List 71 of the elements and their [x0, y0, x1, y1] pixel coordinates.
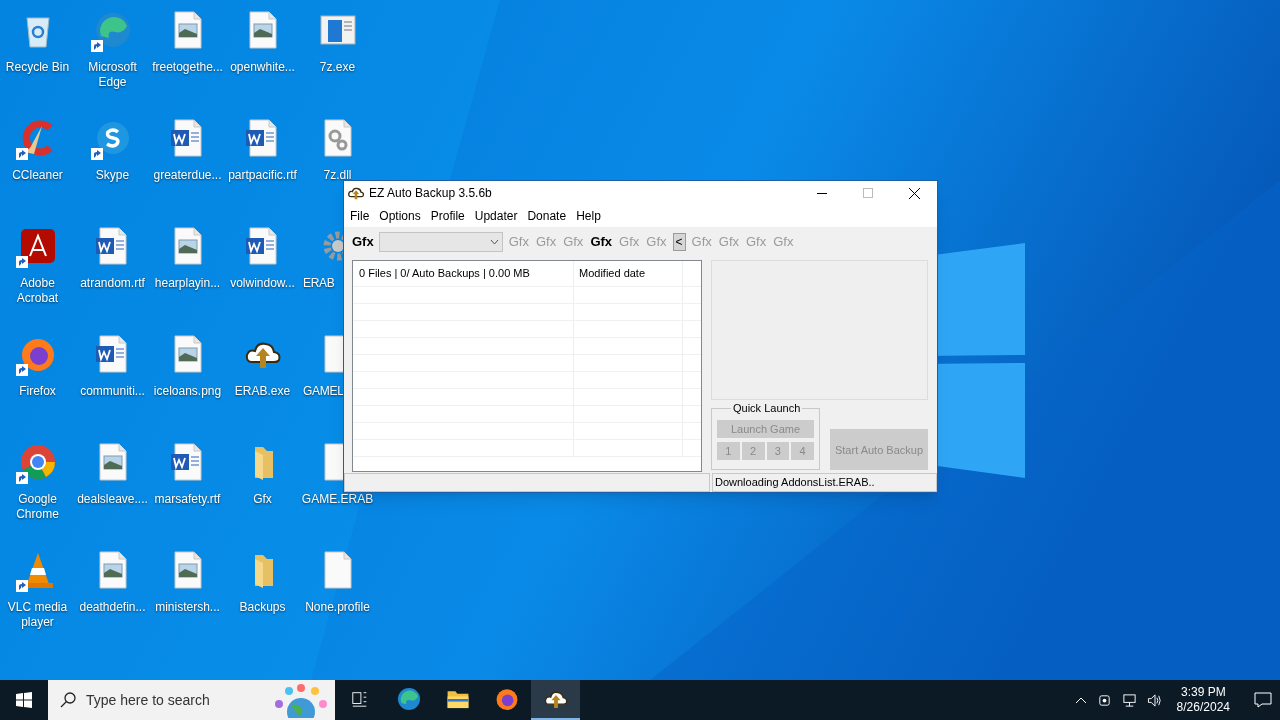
menu-item[interactable]: File [345, 206, 375, 227]
desktop-icon-label[interactable]: iceloans.png [150, 384, 225, 399]
desktop-icon-label[interactable]: atrandom.rtf [75, 276, 150, 291]
edge-icon [395, 686, 422, 712]
minimize-icon [817, 192, 827, 194]
volume-icon [1146, 692, 1163, 708]
desktop-icon-label[interactable]: Google Chrome [0, 492, 75, 522]
collapse-button[interactable]: < [672, 232, 686, 251]
desktop-icon-label[interactable]: hearplayin... [150, 276, 225, 291]
notification-icon [1254, 692, 1272, 708]
desktop-icon-label[interactable]: deathdefin... [75, 600, 150, 615]
gfx-button[interactable]: Gfx [534, 231, 558, 252]
gfx-button[interactable]: Gfx [717, 231, 740, 252]
menu-item[interactable]: Updater [469, 206, 523, 227]
menu-item[interactable]: Donate [522, 206, 572, 227]
task-view-icon [350, 690, 369, 708]
desktop-icon-label[interactable]: Firefox [0, 384, 75, 399]
gfx-button[interactable]: Gfx [745, 231, 768, 252]
maximize-icon [863, 188, 873, 199]
desktop-icon-label[interactable]: Adobe Acrobat [0, 276, 75, 306]
desktop-icon-label[interactable]: 7z.exe [300, 60, 375, 75]
gfx-button[interactable]: Gfx [507, 231, 530, 252]
group-title: Quick Launch [731, 401, 803, 416]
network-icon [1121, 692, 1137, 708]
desktop-icon-label[interactable]: Gfx [225, 492, 300, 507]
desktop-icon-label[interactable]: greaterdue... [150, 168, 225, 183]
desktop-icon-label[interactable]: ERAB.exe [225, 384, 300, 399]
column-header[interactable]: 0 Files | 0/ Auto Backups | 0.00 MB [353, 261, 574, 287]
desktop-icon-label[interactable]: Skype [75, 168, 150, 183]
desktop-icon-label[interactable]: marsafety.rtf [150, 492, 225, 507]
desktop-icon-label[interactable]: ministersh... [150, 600, 225, 615]
windows-logo-icon [16, 692, 32, 708]
desktop-icon-label[interactable]: 7z.dll [300, 168, 375, 183]
desktop-icon-label[interactable]: Backups [225, 600, 300, 615]
menu-item[interactable]: Options [374, 206, 426, 227]
chevron-up-icon [1074, 696, 1087, 704]
desktop-icon-label[interactable]: openwhite... [225, 60, 300, 75]
desktop-icon-label[interactable]: GAME.ERAB [300, 492, 375, 507]
status-text: Downloading AddonsList.ERAB.. [712, 473, 937, 492]
gfx-button[interactable]: Gfx [772, 231, 795, 252]
desktop-icon-label[interactable]: freetogethe... [150, 60, 225, 75]
taskbar-app[interactable] [531, 680, 580, 720]
desktop-icon-label[interactable]: GAMEL [303, 384, 344, 399]
desktop-icon-label[interactable]: volwindow... [225, 276, 300, 291]
gfx-button[interactable]: Gfx [645, 231, 668, 252]
search-icon [60, 692, 76, 708]
desktop-icon-label[interactable]: CCleaner [0, 168, 75, 183]
desktop-icon-label[interactable]: dealsleave.... [75, 492, 150, 507]
close-icon [908, 187, 920, 199]
window-title: EZ Auto Backup 3.5.6b [369, 185, 492, 203]
chevron-down-icon [489, 238, 499, 245]
clock-time: 3:39 PM [1180, 685, 1226, 700]
toolbar-label: Gfx [352, 232, 374, 251]
search-placeholder: Type here to search [86, 690, 210, 710]
desktop-icon-label[interactable]: Recycle Bin [0, 60, 75, 75]
desktop-icon-label[interactable]: VLC media player [0, 600, 75, 630]
meeting-icon [1096, 692, 1112, 708]
desktop-icon-label[interactable]: ERAB [303, 276, 335, 291]
menu-item[interactable]: Profile [425, 206, 470, 227]
search-field[interactable]: Type here to search [48, 680, 335, 720]
menu-item[interactable]: Help [571, 206, 606, 227]
gfx-button[interactable]: Gfx [618, 231, 641, 252]
gfx-button[interactable]: Gfx [589, 231, 614, 252]
gfx-button[interactable]: Gfx [690, 231, 713, 252]
column-header[interactable]: Modified date [574, 261, 683, 287]
desktop-icon-label[interactable]: partpacific.rtf [225, 168, 300, 183]
desktop-icon-label[interactable]: Microsoft Edge [75, 60, 150, 90]
clock-date: 8/26/2024 [1176, 700, 1230, 715]
desktop-icon-label[interactable]: None.profile [300, 600, 375, 615]
desktop-icon-label[interactable]: communiti... [75, 384, 150, 399]
gfx-button[interactable]: Gfx [562, 231, 585, 252]
